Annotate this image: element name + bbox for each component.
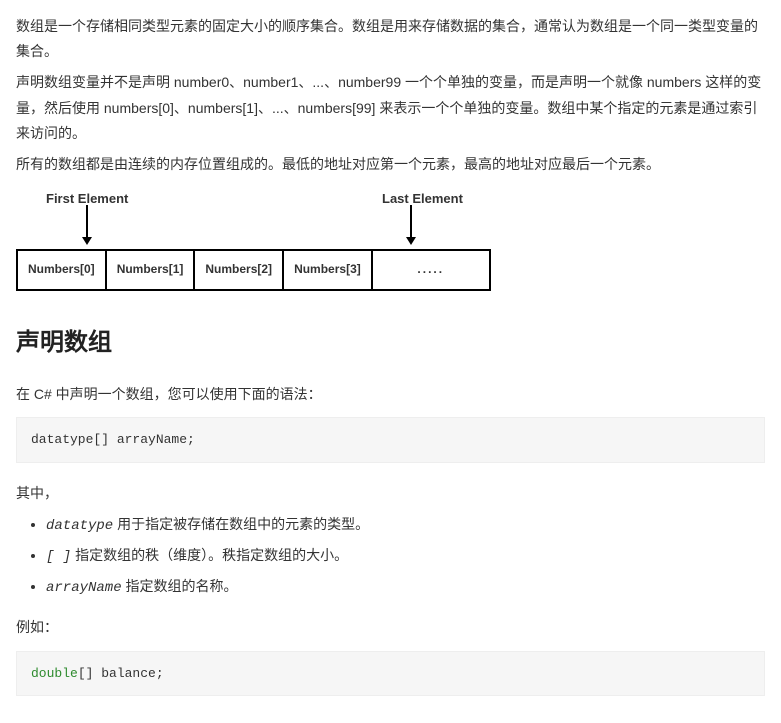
list-item: datatype 用于指定被存储在数组中的元素的类型。 [46, 512, 765, 539]
arrow-icon [86, 205, 88, 243]
bullet-list: datatype 用于指定被存储在数组中的元素的类型。 [ ] 指定数组的秩（维… [16, 512, 765, 602]
intro-p2: 声明数组变量并不是声明 number0、number1、...、number99… [16, 70, 765, 146]
section-heading: 声明数组 [16, 321, 765, 364]
array-diagram: First Element Last Element Numbers[0] Nu… [16, 187, 765, 291]
list-item: [ ] 指定数组的秩（维度）。秩指定数组的大小。 [46, 543, 765, 570]
array-cell: Numbers[1] [105, 249, 196, 291]
section-lead: 在 C# 中声明一个数组，您可以使用下面的语法： [16, 382, 765, 407]
intro-p1: 数组是一个存储相同类型元素的固定大小的顺序集合。数组是用来存储数据的集合，通常认… [16, 14, 765, 64]
code-block-example: double[] balance; [16, 651, 765, 697]
arrow-icon [410, 205, 412, 243]
array-cell: ..... [371, 249, 491, 291]
intro-p3: 所有的数组都是由连续的内存位置组成的。最低的地址对应第一个元素，最高的地址对应最… [16, 152, 765, 177]
array-cell: Numbers[2] [193, 249, 284, 291]
array-cell: Numbers[3] [282, 249, 373, 291]
where-label: 其中， [16, 481, 765, 506]
array-cell: Numbers[0] [16, 249, 107, 291]
code-block-syntax: datatype[] arrayName; [16, 417, 765, 463]
list-item: arrayName 指定数组的名称。 [46, 574, 765, 601]
